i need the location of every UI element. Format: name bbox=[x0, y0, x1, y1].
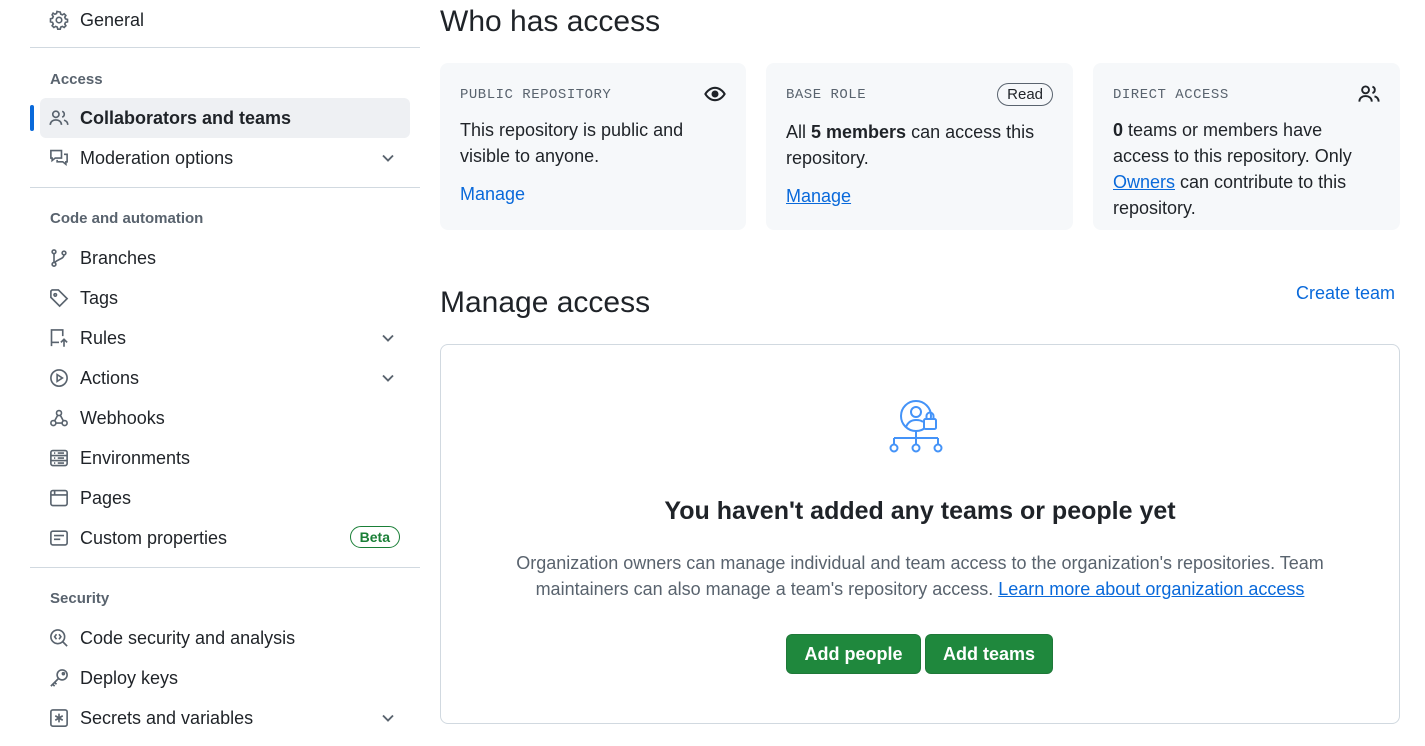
play-icon bbox=[49, 368, 69, 388]
asterisk-icon bbox=[49, 708, 69, 728]
chevron-down-icon[interactable] bbox=[378, 328, 398, 348]
sidebar-item-label: Webhooks bbox=[80, 407, 165, 428]
sidebar-item-label: Secrets and variables bbox=[80, 707, 254, 728]
divider bbox=[30, 187, 420, 188]
eye-icon bbox=[704, 86, 726, 102]
member-count: 5 members bbox=[811, 122, 907, 142]
sidebar-item-label: Rules bbox=[80, 327, 127, 348]
sidebar-item-pages[interactable]: Pages bbox=[40, 478, 410, 518]
who-has-access-title: Who has access bbox=[440, 5, 661, 38]
card-label: DIRECT ACCESS bbox=[1113, 87, 1229, 103]
add-teams-button[interactable]: Add teams bbox=[925, 634, 1053, 674]
sidebar-item-collaborators[interactable]: Collaborators and teams bbox=[30, 98, 410, 138]
card-text: 0 teams or members have access to this r… bbox=[1113, 117, 1378, 221]
text-part: teams or members have access to this rep… bbox=[1113, 120, 1352, 166]
sidebar-item-environments[interactable]: Environments bbox=[40, 438, 410, 478]
sidebar-item-secrets[interactable]: Secrets and variables bbox=[40, 698, 410, 738]
section-label-security: Security bbox=[50, 590, 110, 607]
section-label-code-automation: Code and automation bbox=[50, 210, 204, 227]
divider bbox=[30, 47, 420, 48]
divider bbox=[30, 567, 420, 568]
tag-icon bbox=[49, 288, 69, 308]
rules-icon bbox=[49, 328, 69, 348]
codescan-icon bbox=[49, 628, 69, 648]
sidebar-item-custom-properties[interactable]: Custom properties Beta bbox=[40, 518, 410, 558]
section-label-access: Access bbox=[50, 71, 103, 88]
sidebar-item-label: Environments bbox=[80, 447, 191, 468]
card-text: This repository is public and visible to… bbox=[460, 120, 684, 166]
sidebar-item-label: Branches bbox=[80, 247, 157, 268]
sidebar-item-label: Actions bbox=[80, 367, 140, 388]
direct-count: 0 bbox=[1113, 120, 1124, 140]
sidebar-item-label: Custom properties bbox=[80, 527, 228, 548]
sidebar-item-label: Moderation options bbox=[80, 147, 234, 168]
text-part: All bbox=[786, 122, 812, 142]
create-team-link[interactable]: Create team bbox=[1296, 283, 1395, 304]
sidebar-item-code-security[interactable]: Code security and analysis bbox=[40, 618, 410, 658]
base-role-card: BASE ROLE Read All 5 members can access … bbox=[766, 63, 1073, 230]
blankslate-heading: You haven't added any teams or people ye… bbox=[664, 497, 1176, 525]
blankslate: You haven't added any teams or people ye… bbox=[440, 344, 1400, 724]
settings-sidebar: General Access Collaborators and teams M… bbox=[30, 0, 420, 746]
role-badge: Read bbox=[997, 83, 1053, 106]
sidebar-item-label: Pages bbox=[80, 487, 132, 508]
sidebar-item-deploy-keys[interactable]: Deploy keys bbox=[40, 658, 410, 698]
sidebar-item-tags[interactable]: Tags bbox=[40, 278, 410, 318]
gear-icon bbox=[49, 10, 69, 30]
card-label: PUBLIC REPOSITORY bbox=[460, 87, 612, 103]
direct-access-card: DIRECT ACCESS 0 teams or members have ac… bbox=[1093, 63, 1400, 230]
git-branch-icon bbox=[49, 248, 69, 268]
sidebar-item-label: Deploy keys bbox=[80, 667, 179, 688]
note-icon bbox=[49, 528, 69, 548]
sidebar-item-webhooks[interactable]: Webhooks bbox=[40, 398, 410, 438]
comment-discussion-icon bbox=[49, 148, 69, 168]
people-icon bbox=[49, 108, 69, 128]
owners-link[interactable]: Owners bbox=[1113, 172, 1175, 192]
browser-icon bbox=[49, 488, 69, 508]
people-icon bbox=[1358, 85, 1380, 102]
manage-base-role-link[interactable]: Manage bbox=[786, 186, 851, 207]
sidebar-item-label: Code security and analysis bbox=[80, 627, 296, 648]
chevron-down-icon[interactable] bbox=[378, 148, 398, 168]
chevron-down-icon[interactable] bbox=[378, 368, 398, 388]
manage-visibility-link[interactable]: Manage bbox=[460, 184, 525, 205]
sidebar-item-general[interactable]: General bbox=[40, 0, 410, 40]
sidebar-item-label: General bbox=[80, 9, 145, 30]
sidebar-item-label: Collaborators and teams bbox=[80, 107, 292, 128]
person-lock-icon bbox=[889, 400, 943, 453]
blankslate-description: Organization owners can manage individua… bbox=[471, 550, 1369, 602]
sidebar-item-actions[interactable]: Actions bbox=[40, 358, 410, 398]
server-icon bbox=[49, 448, 69, 468]
sidebar-item-branches[interactable]: Branches bbox=[40, 238, 410, 278]
sidebar-item-label: Tags bbox=[80, 287, 119, 308]
chevron-down-icon[interactable] bbox=[378, 708, 398, 728]
manage-access-title: Manage access bbox=[440, 286, 651, 319]
card-text: All 5 members can access this repository… bbox=[786, 119, 1051, 171]
sidebar-item-rules[interactable]: Rules bbox=[40, 318, 410, 358]
beta-badge: Beta bbox=[349, 526, 400, 548]
card-label: BASE ROLE bbox=[786, 87, 867, 103]
sidebar-item-moderation[interactable]: Moderation options bbox=[40, 138, 410, 178]
learn-more-link[interactable]: Learn more about organization access bbox=[998, 579, 1304, 599]
add-people-button[interactable]: Add people bbox=[786, 634, 921, 674]
key-icon bbox=[49, 668, 69, 688]
webhook-icon bbox=[49, 408, 69, 428]
public-repository-card: PUBLIC REPOSITORY This repository is pub… bbox=[440, 63, 746, 230]
